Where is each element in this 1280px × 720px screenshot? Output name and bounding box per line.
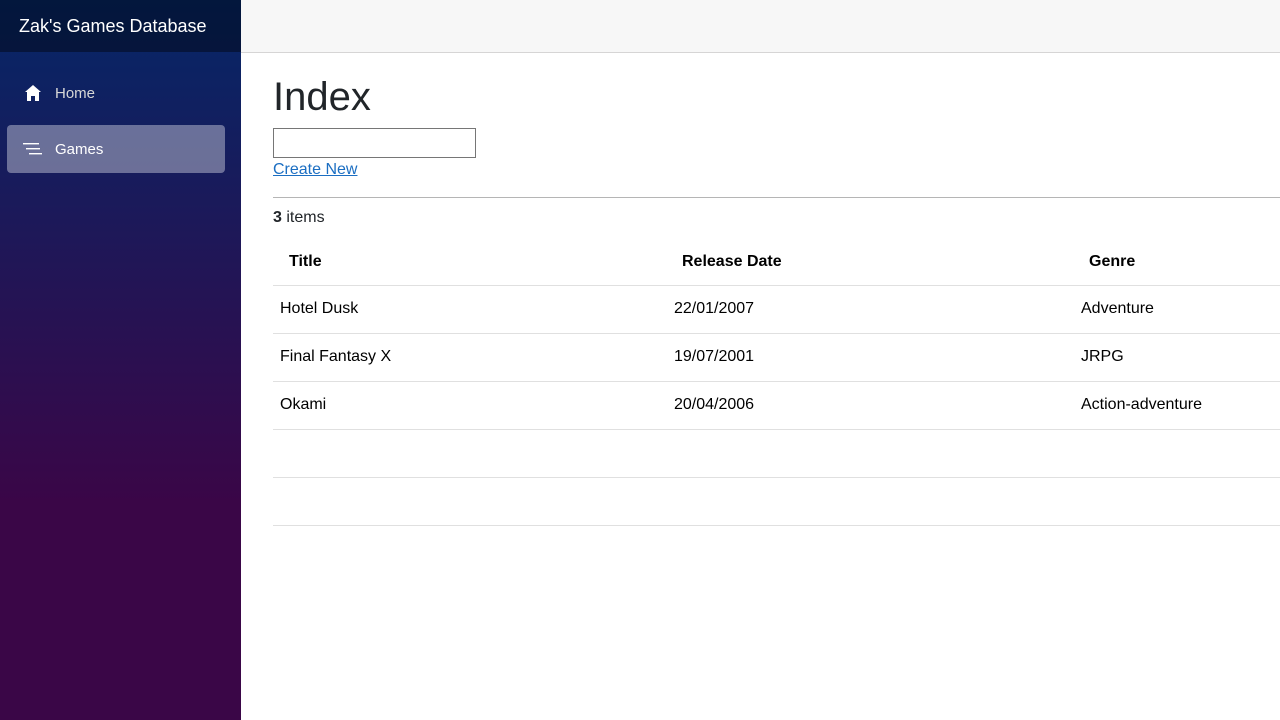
cell-genre: Adventure: [1074, 285, 1280, 334]
empty-cell: [273, 477, 667, 526]
empty-cell: [1074, 429, 1280, 478]
top-bar: [241, 0, 1280, 53]
table-row[interactable]: Hotel Dusk 22/01/2007 Adventure: [273, 285, 1280, 334]
empty-cell: [667, 477, 1074, 526]
list-icon: [23, 139, 43, 159]
main-content: Index Create New 3 items Title Release D…: [273, 53, 1280, 720]
item-count: 3 items: [273, 209, 325, 227]
cell-title: Okami: [273, 381, 667, 430]
sidebar-item-games[interactable]: Games: [7, 125, 225, 173]
sidebar: Zak's Games Database Home Games: [0, 0, 241, 720]
cell-release-date: 20/04/2006: [667, 381, 1074, 430]
empty-cell: [1074, 477, 1280, 526]
sidebar-header: Zak's Games Database: [0, 0, 241, 52]
brand-link[interactable]: Zak's Games Database: [19, 16, 207, 37]
column-header-title[interactable]: Title: [273, 239, 667, 286]
cell-genre: JRPG: [1074, 333, 1280, 382]
column-header-genre[interactable]: Genre: [1074, 239, 1280, 286]
games-table: Title Release Date Genre Hotel Dusk 22/0…: [273, 239, 1280, 526]
cell-genre: Action-adventure: [1074, 381, 1280, 430]
sidebar-item-label: Home: [55, 84, 96, 102]
column-header-release-date[interactable]: Release Date: [667, 239, 1074, 286]
item-count-number: 3: [273, 209, 282, 226]
empty-cell: [273, 429, 667, 478]
empty-cell: [667, 429, 1074, 478]
sidebar-item-label: Games: [55, 140, 104, 158]
home-icon: [23, 83, 43, 103]
cell-title: Final Fantasy X: [273, 333, 667, 382]
cell-release-date: 19/07/2001: [667, 333, 1074, 382]
page-title: Index: [273, 75, 371, 119]
cell-title: Hotel Dusk: [273, 285, 667, 334]
empty-table-row: [273, 477, 1280, 526]
cell-release-date: 22/01/2007: [667, 285, 1074, 334]
create-new-link[interactable]: Create New: [273, 161, 357, 179]
empty-table-row: [273, 429, 1280, 478]
table-row[interactable]: Final Fantasy X 19/07/2001 JRPG: [273, 333, 1280, 382]
search-input[interactable]: [273, 128, 476, 158]
table-row[interactable]: Okami 20/04/2006 Action-adventure: [273, 381, 1280, 430]
table-header-row: Title Release Date Genre: [273, 239, 1280, 286]
divider: [273, 197, 1280, 198]
app-root: Zak's Games Database Home Games Index Cr…: [0, 0, 1280, 720]
sidebar-item-home[interactable]: Home: [7, 69, 225, 117]
item-count-label: items: [281, 209, 325, 226]
sidebar-nav: Home Games: [0, 52, 241, 173]
